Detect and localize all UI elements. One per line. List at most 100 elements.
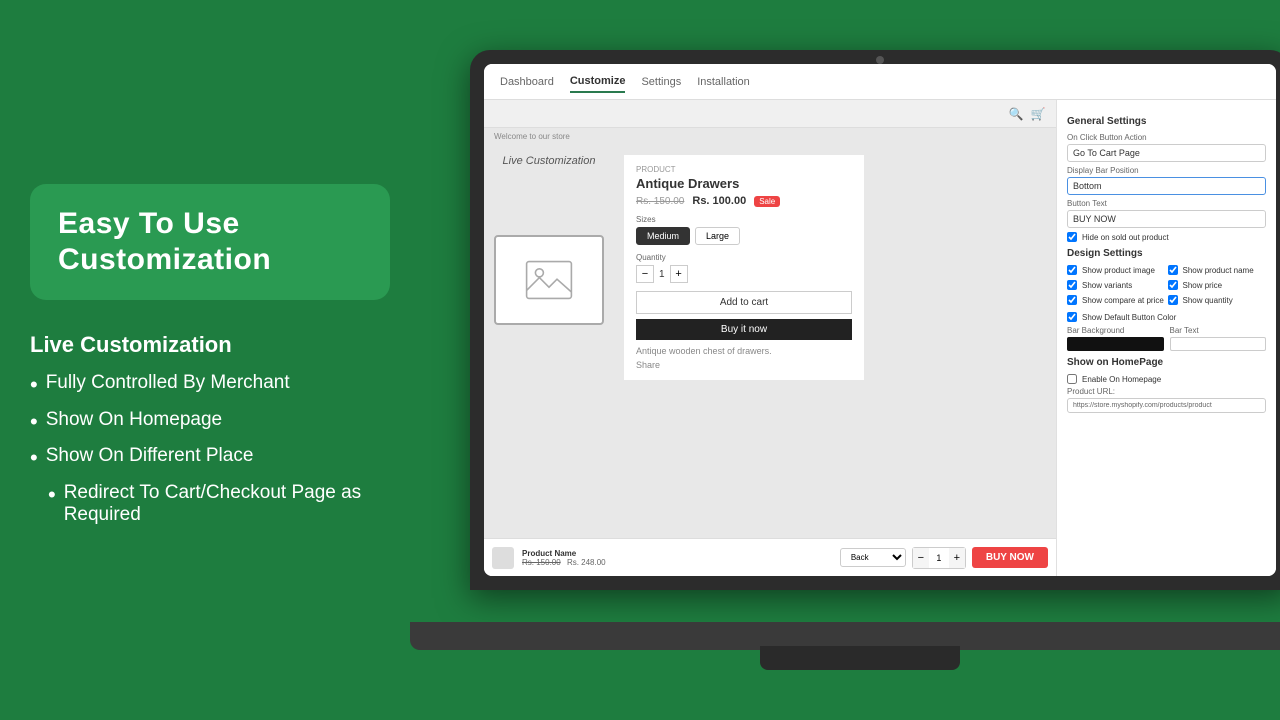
nav-bar: Dashboard Customize Settings Installatio… [484,64,1276,100]
show-product-image-label: Show product image [1082,266,1155,275]
show-product-name-checkbox[interactable] [1168,265,1178,275]
live-customization-label: Live Customization [503,155,596,167]
color-swatches: Bar Background Bar Text [1067,326,1266,351]
sticky-qty-decrease[interactable]: − [913,548,929,568]
show-price-checkbox[interactable] [1168,280,1178,290]
current-price: Rs. 100.00 [692,195,746,207]
show-variants-label: Show variants [1082,281,1132,290]
bar-text-color[interactable] [1170,337,1267,351]
center-area: 🔍 🛒 Welcome to our store Live Customizat… [484,100,1056,576]
button-text-input[interactable] [1067,210,1266,228]
product-display-area: Live Customization [484,145,1056,390]
show-default-btn-color-checkbox[interactable] [1067,312,1077,322]
design-settings-title: Design Settings [1067,248,1266,259]
add-to-cart-button[interactable]: Add to cart [636,291,852,314]
display-bar-row: Display Bar Position [1067,166,1266,195]
laptop-body: Dashboard Customize Settings Installatio… [470,50,1280,590]
share-row: Share [636,360,852,370]
show-quantity-row: Show quantity [1168,295,1267,305]
show-quantity-label: Show quantity [1183,296,1233,305]
feature-heading: Live Customization [30,332,390,358]
product-category: PRODUCT [636,165,852,174]
show-default-btn-color-label: Show Default Button Color [1082,313,1176,322]
show-product-image-row: Show product image [1067,265,1166,275]
main-content-row: 🔍 🛒 Welcome to our store Live Customizat… [484,100,1276,576]
size-label: Sizes [636,215,852,224]
show-price-row: Show price [1168,280,1267,290]
sticky-product-price: Rs. 150.00 Rs. 248.00 [522,558,832,567]
tab-customize[interactable]: Customize [570,71,626,93]
sticky-thumb [492,547,514,569]
qty-increase[interactable]: + [670,265,688,283]
show-variants-checkbox[interactable] [1067,280,1077,290]
search-icon[interactable]: 🔍 [1008,106,1024,122]
tab-installation[interactable]: Installation [697,72,750,92]
qty-row: − 1 + [636,265,852,283]
bar-text-swatch: Bar Text [1170,326,1267,351]
show-product-name-row: Show product name [1168,265,1267,275]
sticky-controls: Back − 1 + BUY NOW [840,547,1048,569]
list-item: Show On Different Place [30,445,390,471]
show-price-label: Show price [1183,281,1223,290]
settings-panel: General Settings On Click Button Action … [1056,100,1276,576]
product-url-label: Product URL: [1067,387,1266,396]
button-text-label: Button Text [1067,199,1266,208]
screen-content: Dashboard Customize Settings Installatio… [484,64,1276,576]
sticky-qty-value: 1 [929,553,949,563]
center-top-bar: 🔍 🛒 [484,100,1056,128]
laptop-screen: Dashboard Customize Settings Installatio… [484,64,1276,576]
list-item: Fully Controlled By Merchant [30,372,390,398]
image-icon [524,260,574,300]
sticky-product-name: Product Name [522,549,832,558]
product-name: Antique Drawers [636,176,852,191]
design-checkboxes: Show product image Show product name Sho… [1067,265,1266,308]
list-item: Redirect To Cart/Checkout Page as Requir… [30,482,390,526]
left-panel: Easy To Use Customization Live Customiza… [0,0,420,720]
sticky-product-info: Product Name Rs. 150.00 Rs. 248.00 [522,549,832,567]
button-text-row: Button Text [1067,199,1266,228]
show-default-btn-color-row: Show Default Button Color [1067,312,1266,322]
title-box: Easy To Use Customization [30,184,390,300]
sticky-bar: Product Name Rs. 150.00 Rs. 248.00 Back [484,538,1056,576]
store-message: Welcome to our store [484,128,1056,145]
original-price: Rs. 150.00 [636,196,684,207]
sticky-buy-button[interactable]: BUY NOW [972,547,1048,568]
enable-homepage-checkbox[interactable] [1067,374,1077,384]
qty-value: 1 [659,269,665,280]
general-settings-title: General Settings [1067,116,1266,127]
sticky-qty-increase[interactable]: + [949,548,965,568]
product-info-panel: PRODUCT Antique Drawers Rs. 150.00 Rs. 1… [624,155,864,380]
on-click-input[interactable] [1067,144,1266,162]
size-medium[interactable]: Medium [636,227,690,245]
quantity-label: Quantity [636,253,852,262]
hide-sold-out-checkbox[interactable] [1067,232,1077,242]
main-title: Easy To Use Customization [58,206,362,278]
show-quantity-checkbox[interactable] [1168,295,1178,305]
laptop: Dashboard Customize Settings Installatio… [410,50,1280,670]
enable-homepage-row: Enable On Homepage [1067,374,1266,384]
product-url-input[interactable] [1067,398,1266,413]
bar-background-color[interactable] [1067,337,1164,351]
show-compare-label: Show compare at price [1082,296,1164,305]
on-click-row: On Click Button Action [1067,133,1266,162]
bar-text-label: Bar Text [1170,326,1267,335]
price-row: Rs. 150.00 Rs. 100.00 Sale [636,195,852,207]
size-large[interactable]: Large [695,227,740,245]
qty-decrease[interactable]: − [636,265,654,283]
sticky-qty: − 1 + [912,547,966,569]
product-image [494,235,604,325]
show-variants-row: Show variants [1067,280,1166,290]
hide-sold-out-row: Hide on sold out product [1067,232,1266,242]
cart-icon[interactable]: 🛒 [1030,106,1046,122]
back-select[interactable]: Back [840,548,906,567]
show-product-image-checkbox[interactable] [1067,265,1077,275]
tab-settings[interactable]: Settings [641,72,681,92]
tab-dashboard[interactable]: Dashboard [500,72,554,92]
buy-now-button[interactable]: Buy it now [636,319,852,340]
display-bar-input[interactable] [1067,177,1266,195]
sale-badge: Sale [754,196,780,207]
list-item: Show On Homepage [30,409,390,435]
show-compare-checkbox[interactable] [1067,295,1077,305]
laptop-stand [760,646,960,670]
bar-background-label: Bar Background [1067,326,1164,335]
